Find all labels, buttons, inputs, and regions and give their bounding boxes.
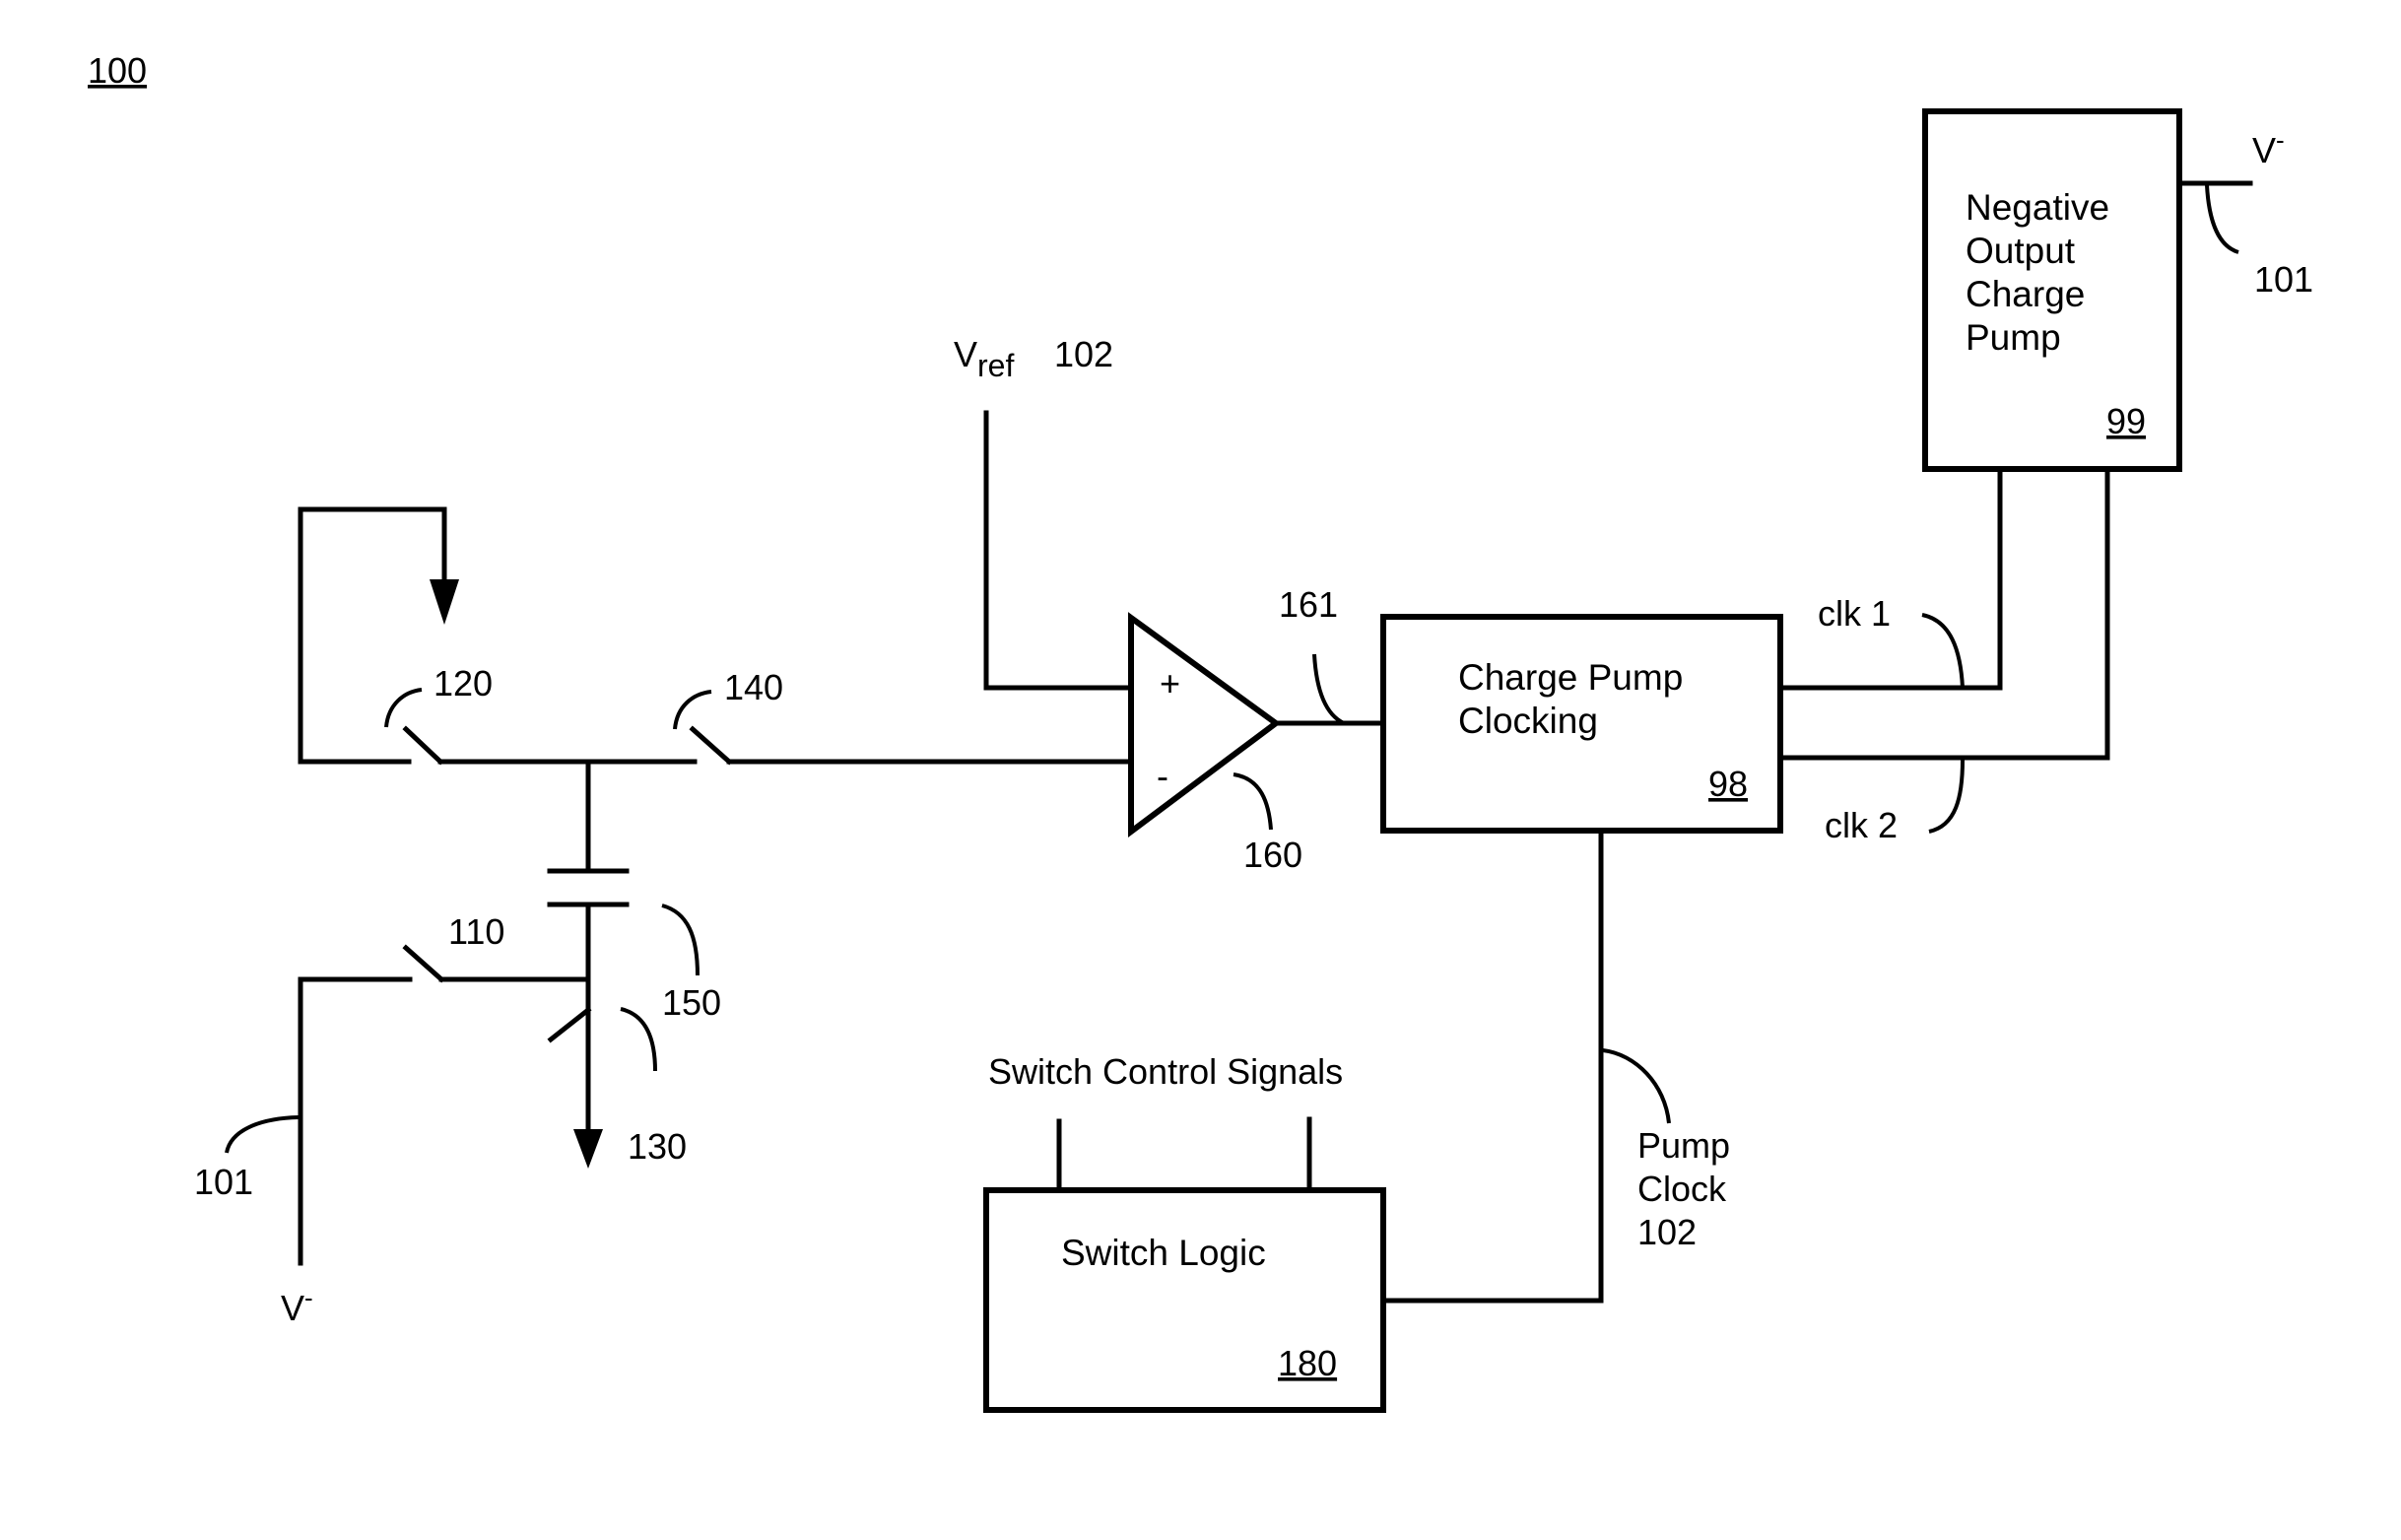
- clk1-wire: [1777, 466, 2003, 691]
- clk1-leader: [1921, 613, 1965, 689]
- neg-pump-ref: 99: [2106, 401, 2146, 441]
- switch-110-blade: [402, 944, 445, 983]
- switch-120-leader: [384, 688, 423, 728]
- switch-control-signals-label: Switch Control Signals: [988, 1051, 1343, 1092]
- comparator: + -: [1128, 612, 1282, 837]
- switch-120-blade: [402, 725, 444, 766]
- pump-clock-line-3: 102: [1637, 1212, 1697, 1252]
- pump-clock-leader: [1602, 1048, 1671, 1124]
- pump-clock-line-1: Pump: [1637, 1125, 1730, 1166]
- vref-wire: [983, 410, 1134, 691]
- vminus-top-label: V-: [2252, 125, 2285, 170]
- switch-130-arrow-icon: [573, 1129, 603, 1169]
- switch-140-ref: 140: [724, 667, 783, 707]
- charge-pump-clocking-block: Charge Pump Clocking 98: [1380, 614, 1783, 834]
- figure-ref: 100: [88, 50, 147, 91]
- switch-logic-block: Switch Logic 180: [983, 1187, 1386, 1413]
- comparator-ref: 160: [1243, 835, 1302, 875]
- comparator-output-leader: [1312, 653, 1345, 725]
- switch-110-ref: 110: [448, 911, 504, 952]
- clk1-label: clk 1: [1818, 593, 1891, 634]
- switch-130-blade: [547, 1006, 592, 1043]
- switch-110-vminus-wire: [298, 976, 413, 1266]
- switch-140-blade: [689, 725, 733, 766]
- pump-clock-wire: [1380, 828, 1604, 1304]
- neg-pump-line-3: Charge: [1966, 274, 2085, 314]
- comparator-leader: [1233, 772, 1273, 831]
- clk2-label: clk 2: [1825, 805, 1898, 845]
- switch-logic-title: Switch Logic: [1061, 1233, 1266, 1273]
- comparator-plus: +: [1160, 663, 1180, 703]
- switch-logic-ref: 180: [1278, 1343, 1337, 1383]
- pump-clock-line-2: Clock: [1637, 1169, 1727, 1209]
- clk2-leader: [1928, 759, 1965, 834]
- cpc-line-1: Charge Pump: [1458, 657, 1683, 698]
- vminus-bottom-leader: [225, 1115, 300, 1154]
- feedback-arrow-icon: [430, 579, 459, 625]
- capacitor-ref: 150: [662, 982, 721, 1023]
- switch-140-leader: [673, 690, 712, 730]
- neg-pump-line-1: Negative: [1966, 187, 2109, 228]
- neg-pump-line-4: Pump: [1966, 317, 2061, 358]
- vminus-top-ref: 101: [2254, 259, 2313, 300]
- vminus-bottom-ref: 101: [194, 1162, 253, 1202]
- switch-120-ref: 120: [434, 663, 493, 703]
- negative-output-charge-pump-block: Negative Output Charge Pump 99: [1922, 108, 2182, 472]
- neg-pump-line-2: Output: [1966, 231, 2076, 271]
- comparator-output-ref: 161: [1279, 584, 1338, 625]
- switch-130-leader: [620, 1007, 657, 1072]
- capacitor-leader: [661, 904, 700, 976]
- vref-label: Vref: [954, 334, 1014, 383]
- circuit-diagram: 100 Negative Output Charge Pump 99 V- 10…: [88, 50, 2313, 1413]
- cpc-ref: 98: [1708, 764, 1748, 804]
- vref-ref: 102: [1054, 334, 1113, 374]
- comparator-minus: -: [1157, 756, 1168, 796]
- vminus-bottom-label: V-: [281, 1283, 313, 1328]
- switch-130-ref: 130: [628, 1126, 687, 1167]
- feedback-loop-wire: [298, 506, 447, 765]
- vminus-top-leader: [2205, 184, 2239, 254]
- cpc-line-2: Clocking: [1458, 701, 1598, 741]
